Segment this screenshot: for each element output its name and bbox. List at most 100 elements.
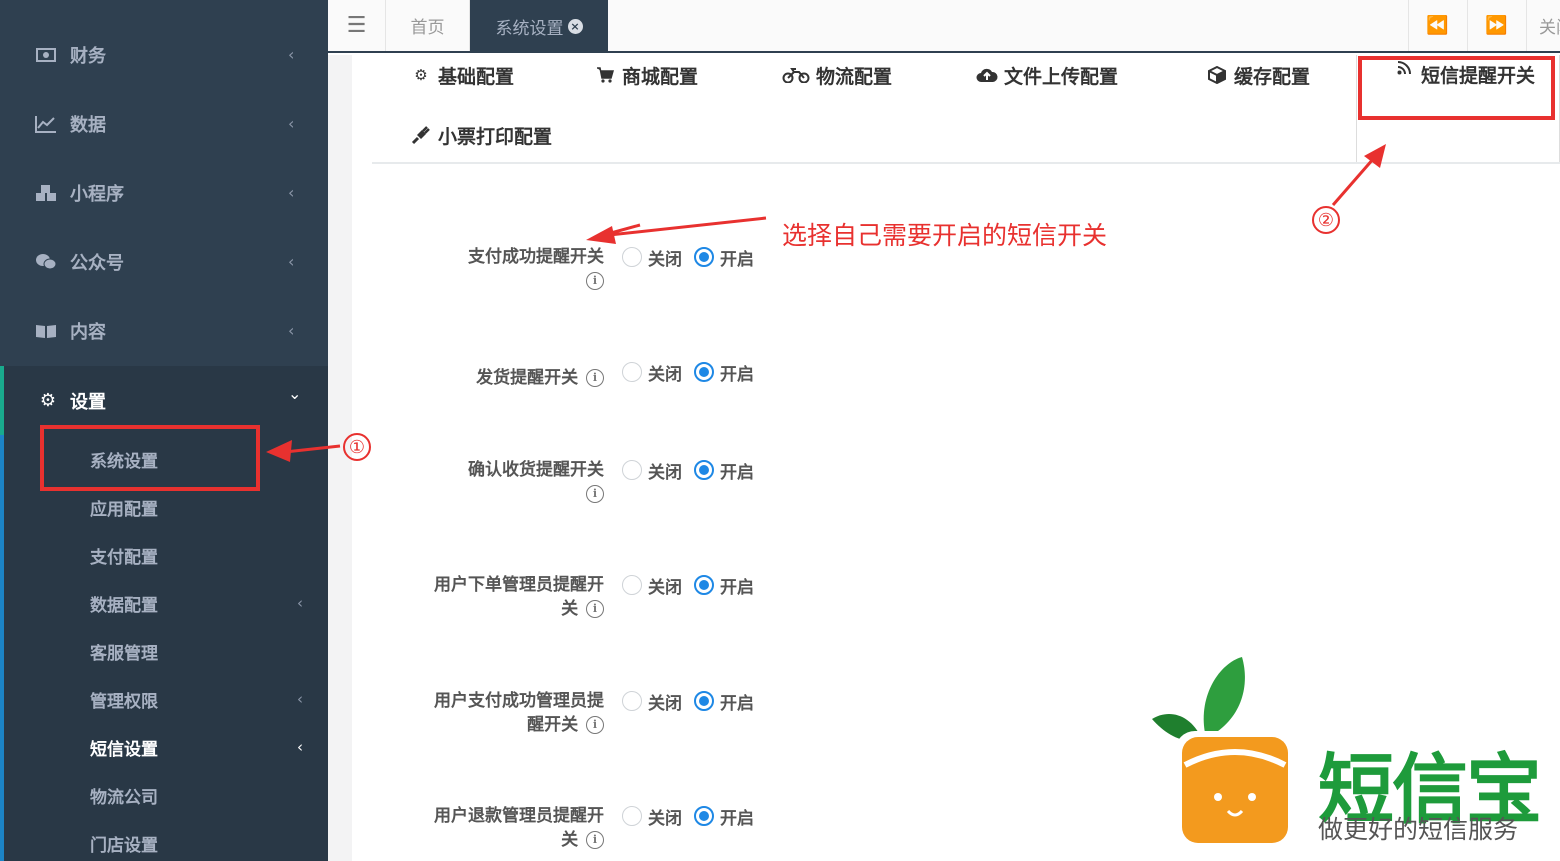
- chevron-left-icon: ‹: [297, 738, 303, 756]
- radio-on[interactable]: [694, 247, 714, 267]
- annotation-box-system-settings: [40, 425, 260, 491]
- tab-system-settings[interactable]: 系统设置 ×: [470, 0, 608, 53]
- sidebar-item-label: 公众号: [70, 252, 124, 274]
- cart-icon: [594, 67, 616, 83]
- tab-label: 基础配置: [438, 65, 515, 88]
- tab-mall-config[interactable]: 商城配置: [594, 55, 698, 95]
- annotation-step-2: ②: [1312, 206, 1340, 234]
- sidebar-item-data[interactable]: 数据 ‹: [0, 89, 328, 158]
- plug-icon: [410, 125, 432, 145]
- chevron-left-icon: ‹: [297, 690, 303, 708]
- tab-bar: ☰ 首页 系统设置 × ⏪ ⏩ 关闭: [328, 0, 1560, 53]
- scroll-left-icon[interactable]: ⏪: [1408, 0, 1466, 51]
- close-tabs-button[interactable]: 关闭: [1526, 0, 1560, 51]
- sidebar-item-wechat[interactable]: 公众号 ‹: [0, 227, 328, 296]
- logo-slogan-text: 做更好的短信服务: [1318, 815, 1519, 844]
- gear-icon: ⚙: [39, 390, 57, 411]
- tab-label: 物流配置: [816, 65, 893, 88]
- sidebar-subitem-customer-service[interactable]: 客服管理: [90, 627, 320, 675]
- sidebar-subitem-payment-config[interactable]: 支付配置: [90, 531, 320, 579]
- radio-off[interactable]: [622, 575, 642, 595]
- sidebar-item-label: 设置: [70, 391, 106, 413]
- form-row-order-admin: 用户下单管理员提醒开关 i 关闭 开启: [400, 573, 800, 633]
- chevron-left-icon: ‹: [297, 594, 303, 612]
- tab-label: 文件上传配置: [1004, 65, 1119, 88]
- wechat-icon: [34, 252, 58, 272]
- form-row-payment-admin: 用户支付成功管理员提醒开关 i 关闭 开启: [400, 689, 800, 749]
- chevron-left-icon: ‹: [288, 183, 295, 202]
- form-row-refund-admin: 用户退款管理员提醒开关 i 关闭 开启: [400, 804, 800, 861]
- annotation-box-sms-tab: [1358, 56, 1555, 120]
- line-chart-icon: [34, 114, 58, 134]
- sidebar-subitem-sms-settings[interactable]: 短信设置 ‹: [90, 723, 320, 771]
- gear-icon: ⚙: [414, 66, 428, 84]
- radio-off[interactable]: [622, 362, 642, 382]
- radio-group: 关闭 开启: [622, 804, 766, 829]
- radio-group: 关闭 开启: [622, 245, 766, 270]
- info-icon[interactable]: i: [586, 600, 604, 618]
- sidebar-subitem-stores[interactable]: 门店设置: [90, 819, 320, 861]
- sidebar-item-label: 小程序: [70, 183, 124, 205]
- money-icon: [34, 45, 58, 65]
- tabs-divider: [372, 162, 1560, 164]
- radio-on[interactable]: [694, 691, 714, 711]
- sidebar-item-label: 数据: [70, 114, 106, 136]
- tab-home[interactable]: 首页: [386, 0, 470, 51]
- form-row-confirm-receipt: 确认收货提醒开关 i 关闭 开启: [400, 458, 800, 518]
- annotation-step-1: ①: [343, 433, 371, 461]
- sidebar-subitem-label: 数据配置: [90, 595, 158, 616]
- sidebar-subitem-label: 客服管理: [90, 643, 158, 664]
- chevron-left-icon: ‹: [288, 114, 295, 133]
- form-label: 用户下单管理员提醒开关 i: [434, 575, 604, 619]
- info-icon[interactable]: i: [586, 369, 604, 387]
- sidebar-subitem-permissions[interactable]: 管理权限 ‹: [90, 675, 320, 723]
- sidebar-subitem-label: 支付配置: [90, 547, 158, 568]
- tab-logistics-config[interactable]: 物流配置: [782, 55, 892, 95]
- radio-on[interactable]: [694, 362, 714, 382]
- radio-on[interactable]: [694, 460, 714, 480]
- form-row-payment-success: 支付成功提醒开关 i 关闭 开启: [400, 245, 800, 305]
- sidebar-item-label: 财务: [70, 45, 106, 67]
- form-label: 用户退款管理员提醒开关 i: [434, 806, 604, 850]
- scroll-right-icon[interactable]: ⏩: [1467, 0, 1525, 51]
- tab-upload-config[interactable]: 文件上传配置: [976, 55, 1118, 95]
- menu-toggle-icon[interactable]: ☰: [328, 0, 386, 51]
- sidebar-subitem-data-config[interactable]: 数据配置 ‹: [90, 579, 320, 627]
- sidebar-subitem-logistics[interactable]: 物流公司: [90, 771, 320, 819]
- sidebar-item-finance[interactable]: 财务 ‹: [0, 20, 328, 89]
- motorcycle-icon: [782, 67, 810, 83]
- tab-label: 缓存配置: [1234, 65, 1311, 88]
- cloud-upload-icon: [976, 67, 998, 83]
- info-icon[interactable]: i: [586, 485, 604, 503]
- radio-group: 关闭 开启: [622, 458, 766, 483]
- book-icon: [34, 321, 58, 341]
- close-icon[interactable]: ×: [567, 19, 583, 34]
- sidebar-item-miniprogram[interactable]: 小程序 ‹: [0, 158, 328, 227]
- chevron-left-icon: ‹: [288, 321, 295, 340]
- radio-on[interactable]: [694, 575, 714, 595]
- tab-cache-config[interactable]: 缓存配置: [1206, 55, 1310, 95]
- info-icon[interactable]: i: [586, 716, 604, 734]
- radio-off[interactable]: [622, 247, 642, 267]
- sidebar-item-content[interactable]: 内容 ‹: [0, 296, 328, 365]
- radio-group: 关闭 开启: [622, 360, 766, 385]
- radio-on[interactable]: [694, 806, 714, 826]
- chevron-down-icon: ⌄: [288, 384, 302, 403]
- annotation-note: 选择自己需要开启的短信开关: [782, 221, 1108, 250]
- tab-basic-config[interactable]: ⚙ 基础配置: [410, 55, 514, 95]
- tab-receipt-print-config[interactable]: 小票打印配置: [410, 115, 552, 155]
- sidebar-subitem-label: 物流公司: [90, 787, 158, 808]
- radio-off[interactable]: [622, 691, 642, 711]
- sidebar-subitem-label: 管理权限: [90, 691, 158, 712]
- chevron-left-icon: ‹: [288, 45, 295, 64]
- cubes-icon: [34, 183, 58, 203]
- form-label: 发货提醒开关 i: [424, 366, 604, 390]
- form-row-shipping: 发货提醒开关 i 关闭 开启: [400, 360, 800, 420]
- radio-group: 关闭 开启: [622, 573, 766, 598]
- radio-off[interactable]: [622, 460, 642, 480]
- info-icon[interactable]: i: [586, 831, 604, 849]
- sidebar-subitem-label: 门店设置: [90, 835, 158, 856]
- radio-off[interactable]: [622, 806, 642, 826]
- info-icon[interactable]: i: [586, 272, 604, 290]
- chevron-left-icon: ‹: [288, 252, 295, 271]
